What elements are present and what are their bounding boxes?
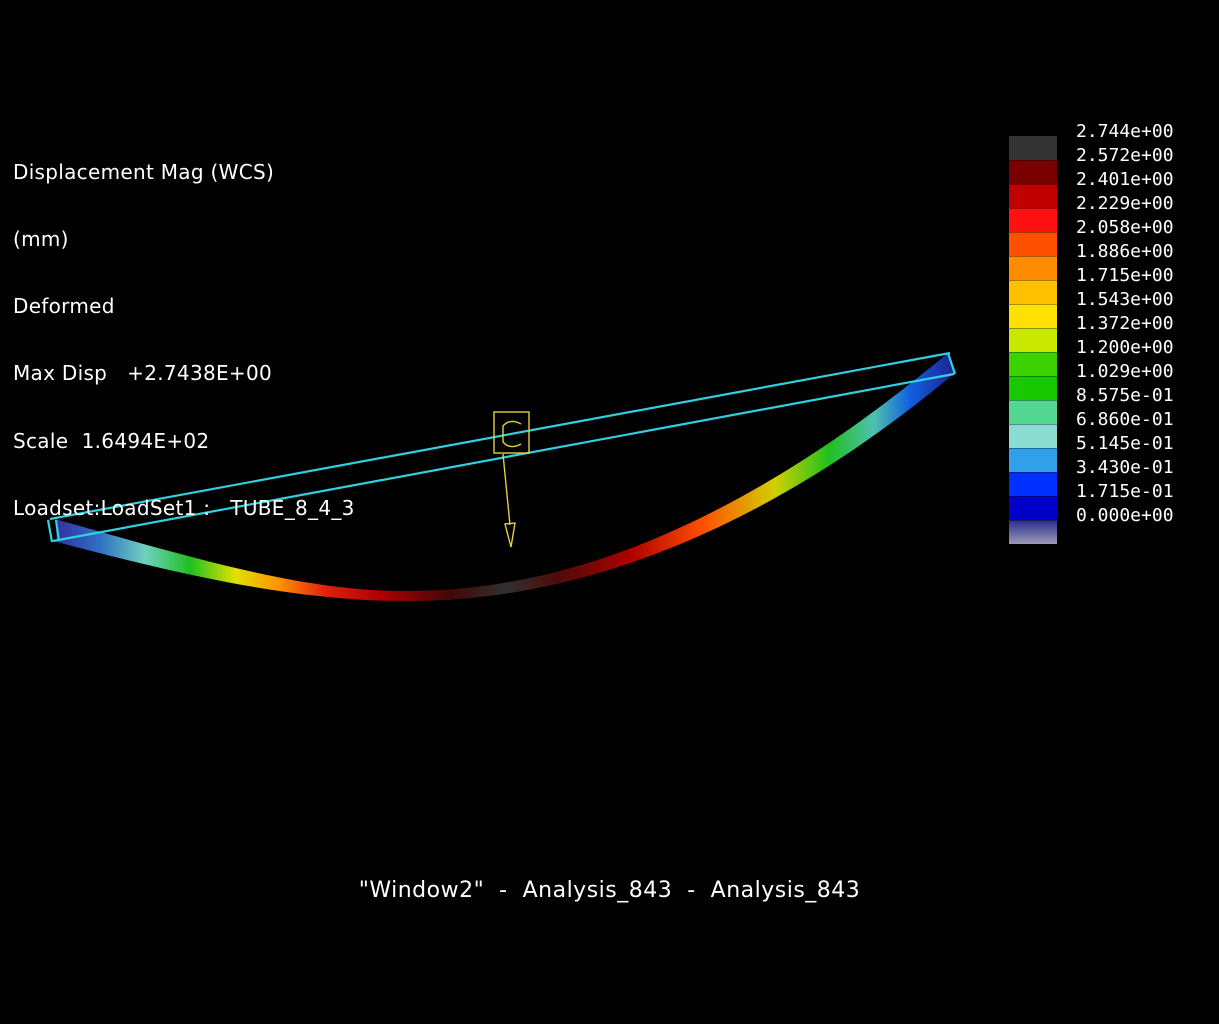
legend-label: 1.543e+00	[1076, 289, 1174, 310]
legend-label: 1.372e+00	[1076, 313, 1174, 334]
legend-swatch	[1009, 256, 1057, 280]
legend-tick	[1009, 400, 1057, 401]
legend-swatch	[1009, 424, 1057, 448]
legend-swatch	[1009, 328, 1057, 352]
legend-label: 5.145e-01	[1076, 433, 1174, 454]
legend-label: 1.886e+00	[1076, 241, 1174, 262]
legend-tick	[1009, 256, 1057, 257]
legend-label: 1.715e+00	[1076, 265, 1174, 286]
legend-tick	[1009, 280, 1057, 281]
legend-label: 1.715e-01	[1076, 481, 1174, 502]
legend-tick	[1009, 376, 1057, 377]
legend-label: 2.744e+00	[1076, 121, 1174, 142]
legend-label: 8.575e-01	[1076, 385, 1174, 406]
legend-tick	[1009, 184, 1057, 185]
legend-label: 0.000e+00	[1076, 505, 1174, 526]
legend-tick	[1009, 496, 1057, 497]
window-caption: "Window2" - Analysis_843 - Analysis_843	[358, 878, 861, 903]
legend-swatch	[1009, 280, 1057, 304]
legend-tick	[1009, 448, 1057, 449]
legend-swatch	[1009, 208, 1057, 232]
legend-label: 2.229e+00	[1076, 193, 1174, 214]
legend-tick	[1009, 160, 1057, 161]
legend-label: 1.200e+00	[1076, 337, 1174, 358]
result-units: (mm)	[13, 227, 69, 252]
legend-tick	[1009, 208, 1057, 209]
legend-swatch	[1009, 520, 1057, 544]
legend-tick	[1009, 520, 1057, 521]
legend-label: 2.058e+00	[1076, 217, 1174, 238]
result-title: Displacement Mag (WCS)	[13, 159, 275, 184]
max-displacement: Max Disp +2.7438E+00	[13, 361, 273, 386]
legend-tick	[1009, 304, 1057, 305]
legend-swatch	[1009, 160, 1057, 184]
result-info-block: Displacement Mag (WCS) (mm) Deformed Max…	[13, 116, 355, 564]
fringe-legend-bar[interactable]	[1009, 136, 1057, 544]
legend-label: 2.572e+00	[1076, 145, 1174, 166]
legend-tick	[1009, 472, 1057, 473]
legend-label: 2.401e+00	[1076, 169, 1174, 190]
legend-swatch	[1009, 232, 1057, 256]
loadset-info: Loadset:LoadSet1 : TUBE_8_4_3	[13, 495, 355, 520]
result-mode: Deformed	[13, 294, 115, 319]
legend-swatch	[1009, 472, 1057, 496]
legend-swatch	[1009, 184, 1057, 208]
legend-swatch	[1009, 376, 1057, 400]
legend-tick	[1009, 328, 1057, 329]
legend-label: 6.860e-01	[1076, 409, 1174, 430]
results-viewport[interactable]: Displacement Mag (WCS) (mm) Deformed Max…	[0, 0, 1219, 1024]
legend-tick	[1009, 424, 1057, 425]
legend-swatch	[1009, 496, 1057, 520]
legend-swatch	[1009, 136, 1057, 160]
legend-tick	[1009, 352, 1057, 353]
legend-label: 3.430e-01	[1076, 457, 1174, 478]
legend-swatch	[1009, 400, 1057, 424]
legend-tick	[1009, 232, 1057, 233]
legend-swatch	[1009, 448, 1057, 472]
legend-swatch	[1009, 304, 1057, 328]
deformation-scale: Scale 1.6494E+02	[13, 428, 210, 453]
legend-label: 1.029e+00	[1076, 361, 1174, 382]
legend-swatch	[1009, 352, 1057, 376]
